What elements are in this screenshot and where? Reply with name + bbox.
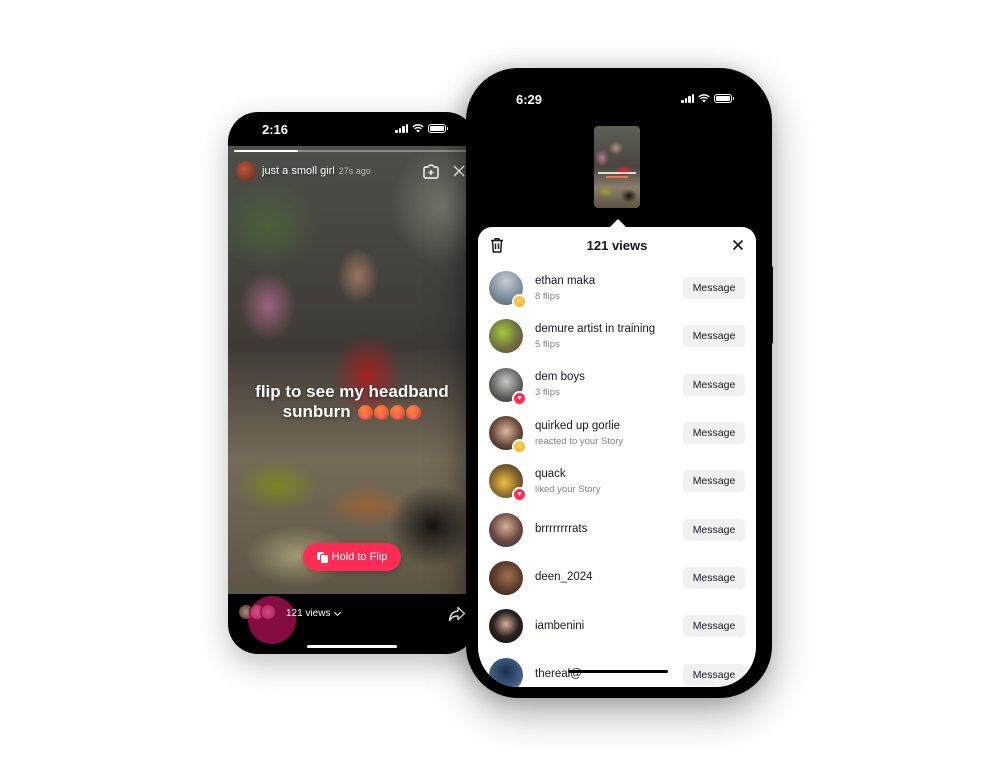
message-button[interactable]: Message (683, 663, 745, 686)
message-button[interactable]: Message (683, 277, 745, 300)
viewer-row[interactable]: ethan maka 8 flips Message (478, 264, 756, 312)
home-indicator (307, 645, 397, 648)
viewer-row[interactable]: quirked up gorlie reacted to your Story M… (478, 409, 756, 457)
status-time: 6:29 (516, 92, 543, 107)
add-to-story-button[interactable] (422, 162, 440, 180)
signal-icon (681, 94, 694, 103)
viewer-avatar[interactable] (489, 416, 527, 455)
message-button[interactable]: Message (683, 470, 745, 493)
laugh-reaction-icon (512, 294, 527, 310)
viewers-sheet: 121 views ethan maka 8 flips Message demu… (478, 227, 756, 687)
story-media[interactable]: just a smoll girl 27s ago flip to see my… (228, 146, 476, 594)
hot-face-emoji-icon (390, 405, 406, 421)
views-count: 121 views (286, 608, 331, 619)
wifi-icon (412, 124, 424, 133)
message-button[interactable]: Message (683, 615, 745, 638)
story-header: just a smoll girl 27s ago (236, 160, 468, 182)
story-author-avatar[interactable] (236, 161, 256, 181)
story-footer: 121 views (228, 594, 476, 654)
viewer-row[interactable]: iambenini Message (478, 602, 756, 650)
hot-face-emoji-icon (406, 405, 422, 421)
hold-to-flip-button[interactable]: Hold to Flip (303, 543, 401, 571)
story-views-phone: 6:29 121 views ethan maka 8 flips Message… (466, 68, 772, 698)
message-button[interactable]: Message (683, 566, 745, 589)
hot-face-emojis (358, 405, 422, 421)
share-icon[interactable] (448, 606, 466, 622)
story-thumbnail[interactable] (594, 126, 640, 208)
viewer-avatar[interactable] (489, 560, 523, 595)
message-button[interactable]: Message (683, 325, 745, 348)
viewer-row[interactable]: ♥ quack liked your Story Message (478, 457, 756, 505)
status-time: 2:16 (262, 122, 289, 137)
viewer-row[interactable]: brrrrrrrrats Message (478, 505, 756, 553)
message-button[interactable]: Message (683, 373, 745, 396)
views-button[interactable]: 121 views (286, 608, 342, 619)
viewer-avatar[interactable] (489, 512, 523, 547)
story-caption: flip to see my headband sunburn (228, 382, 476, 422)
battery-icon (714, 94, 734, 103)
viewer-avatar[interactable]: ♥ (489, 367, 527, 406)
sheet-header: 121 views (478, 227, 756, 263)
signal-icon (395, 124, 408, 133)
chevron-down-icon (334, 608, 342, 616)
sheet-pointer (610, 219, 626, 227)
wifi-icon (698, 94, 710, 103)
hot-face-emoji-icon (374, 405, 390, 421)
hold-to-flip-label: Hold to Flip (331, 551, 388, 563)
story-timestamp: 27s ago (338, 166, 371, 176)
close-icon (453, 165, 465, 177)
home-indicator (568, 670, 668, 673)
viewer-row[interactable]: demure artist in training 5 flips Message (478, 312, 756, 360)
message-button[interactable]: Message (683, 422, 745, 445)
story-progress-fill (234, 150, 298, 152)
heart-reaction-icon: ♥ (512, 487, 527, 503)
hot-face-emoji-icon (358, 405, 374, 421)
caption-line-1: flip to see my headband (255, 382, 449, 401)
viewer-avatar[interactable]: ♥ (489, 464, 527, 503)
viewer-list: ethan maka 8 flips Message demure artist … (478, 264, 756, 687)
heart-reaction-icon: ♥ (512, 390, 527, 406)
story-author-name[interactable]: just a smoll girl (262, 165, 335, 177)
status-icons (395, 124, 448, 133)
viewer-avatar[interactable] (489, 609, 523, 644)
viewer-row[interactable]: ♥ dem boys 3 flips Message (478, 361, 756, 409)
status-bar: 6:29 (466, 68, 772, 107)
viewer-row[interactable]: thereal@ Message (478, 650, 756, 687)
battery-icon (428, 124, 448, 133)
viewer-avatar[interactable] (489, 319, 523, 354)
status-icons (681, 94, 734, 103)
flip-icon (316, 552, 329, 564)
story-viewer-phone: 2:16 just a smoll girl 27s ago flip to s… (228, 112, 476, 654)
close-icon[interactable] (730, 237, 746, 253)
status-bar: 2:16 (228, 112, 476, 146)
viewer-avatar[interactable] (489, 271, 527, 310)
viewer-avatar[interactable] (489, 657, 523, 687)
message-button[interactable]: Message (683, 518, 745, 541)
viewer-row[interactable]: deen_2024 Message (478, 554, 756, 602)
laugh-reaction-icon (512, 439, 527, 455)
add-story-icon (423, 164, 439, 179)
caption-line-2: sunburn (282, 402, 351, 421)
story-progress-bar (234, 150, 470, 152)
sheet-title: 121 views (586, 238, 648, 253)
tap-indicator (248, 596, 296, 644)
